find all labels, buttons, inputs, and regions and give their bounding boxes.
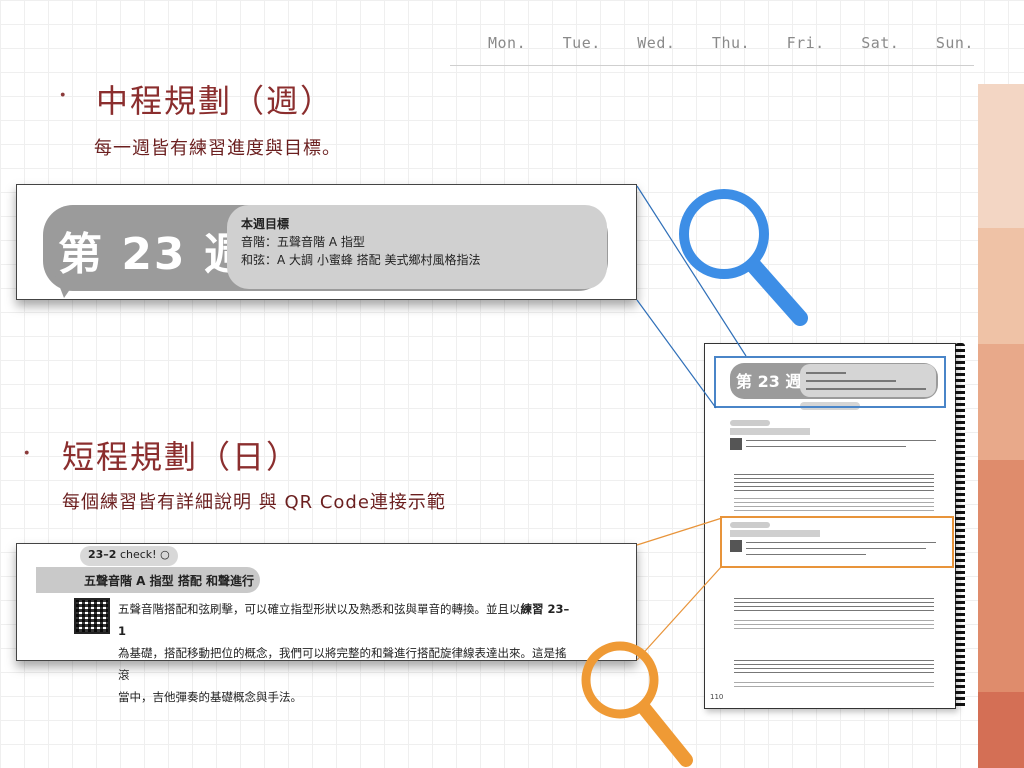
book-tab-line bbox=[734, 686, 934, 687]
mid-plan-title: 中程規劃（週） bbox=[96, 82, 335, 120]
week-goal-title: 本週目標 bbox=[241, 217, 290, 231]
book-text-line bbox=[746, 446, 906, 447]
short-plan-subtitle: 每個練習皆有詳細說明 與 QR Code連接示範 bbox=[62, 492, 446, 513]
book-tab-line bbox=[734, 682, 934, 683]
book-staff-line bbox=[734, 610, 934, 611]
book-spiral-binding bbox=[955, 343, 965, 709]
week-goal-scale: 音階：五聲音階 A 指型 bbox=[241, 235, 365, 249]
book-staff-line bbox=[734, 660, 934, 661]
book-tab-line bbox=[734, 628, 934, 629]
mid-plan-subtitle: 每一週皆有練習進度與目標。 bbox=[94, 138, 341, 159]
exercise-desc-line2: 為基礎，搭配移動把位的概念，我們可以將完整的和聲進行搭配旋律線表達出來。這是搖滾 bbox=[118, 646, 567, 682]
book-staff-line bbox=[734, 490, 934, 491]
book-qr-icon bbox=[730, 438, 742, 450]
weekday-fri: Fri. bbox=[786, 34, 825, 52]
book-tab-line bbox=[734, 510, 934, 511]
book-tab-line bbox=[734, 506, 934, 507]
book-staff-line bbox=[734, 602, 934, 603]
highlight-week-box bbox=[714, 356, 946, 408]
weekday-header: Mon. Tue. Wed. Thu. Fri. Sat. Sun. bbox=[450, 34, 974, 66]
book-tab-line bbox=[734, 624, 934, 625]
week-goal-box: 本週目標 音階：五聲音階 A 指型 和弦：A 大調 小蜜蜂 搭配 美式鄉村風格指… bbox=[227, 205, 607, 289]
exercise-desc-line1: 五聲音階搭配和弦刷擊，可以確立指型形狀以及熟悉和弦與單音的轉換。並且以 bbox=[118, 602, 521, 616]
book-exercise-banner bbox=[730, 428, 810, 435]
book-tab-line bbox=[734, 498, 934, 499]
highlight-exercise-box bbox=[720, 516, 954, 568]
decor-stripe-1 bbox=[978, 84, 1024, 228]
short-plan-title: 短程規劃（日） bbox=[62, 438, 301, 476]
exercise-desc-line3: 當中，吉他彈奏的基礎概念與手法。 bbox=[118, 690, 302, 704]
book-page-number: 110 bbox=[710, 693, 724, 701]
decor-stripe-3 bbox=[978, 344, 1024, 460]
book-staff-line bbox=[734, 478, 934, 479]
qr-code-icon[interactable] bbox=[74, 598, 110, 634]
exercise-check-label: check! ○ bbox=[119, 548, 170, 561]
book-staff-line bbox=[734, 474, 934, 475]
book-staff-line bbox=[734, 668, 934, 669]
book-staff-line bbox=[734, 606, 934, 607]
week-number-label: 第 23 週 bbox=[58, 229, 250, 280]
decor-stripe-2 bbox=[978, 228, 1024, 344]
exercise-number: 23–2 bbox=[88, 548, 117, 561]
decor-stripe-4 bbox=[978, 460, 1024, 692]
book-tab-line bbox=[734, 620, 934, 621]
connector-line-blue-top bbox=[636, 185, 747, 357]
exercise-check-pill: 23–2 check! ○ bbox=[80, 546, 178, 566]
book-staff-line bbox=[734, 482, 934, 483]
book-text-line bbox=[746, 440, 936, 441]
magnifier-icon bbox=[581, 641, 693, 767]
exercise-title: 五聲音階 A 指型 搭配 和聲進行 bbox=[36, 567, 260, 593]
book-tab-line bbox=[734, 502, 934, 503]
book-staff-line bbox=[734, 486, 934, 487]
short-bullet: · bbox=[22, 436, 32, 471]
magnifier-icon bbox=[679, 189, 808, 326]
decor-stripe-5 bbox=[978, 692, 1024, 768]
exercise-description: 五聲音階搭配和弦刷擊，可以確立指型形狀以及熟悉和弦與單音的轉換。並且以練習 23… bbox=[118, 598, 573, 708]
weekday-sun: Sun. bbox=[935, 34, 974, 52]
book-staff-line bbox=[734, 672, 934, 673]
book-staff-line bbox=[734, 664, 934, 665]
weekday-mon: Mon. bbox=[488, 34, 527, 52]
book-staff-line bbox=[734, 598, 934, 599]
book-exercise-pill bbox=[730, 420, 770, 426]
week-goal-chord: 和弦：A 大調 小蜜蜂 搭配 美式鄉村風格指法 bbox=[241, 253, 481, 267]
weekday-tue: Tue. bbox=[562, 34, 601, 52]
weekday-wed: Wed. bbox=[637, 34, 676, 52]
mid-bullet: · bbox=[58, 78, 68, 113]
weekday-sat: Sat. bbox=[861, 34, 900, 52]
weekday-thu: Thu. bbox=[711, 34, 751, 52]
